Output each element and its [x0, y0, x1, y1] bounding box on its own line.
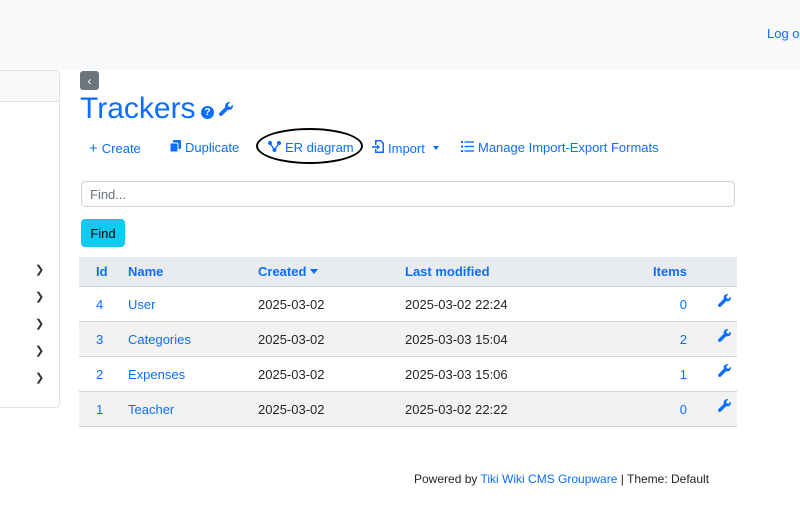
- wrench-icon[interactable]: [718, 353, 731, 387]
- find-button[interactable]: Find: [81, 219, 125, 247]
- wrench-icon[interactable]: [718, 318, 731, 352]
- table-row: 2 Expenses 2025-03-02 2025-03-03 15:06 1: [79, 357, 737, 392]
- tracker-id-link[interactable]: 4: [96, 287, 103, 321]
- chevron-left-icon: ‹: [87, 73, 92, 88]
- top-bar: Log out: [0, 0, 800, 70]
- chevron-right-icon[interactable]: ❯: [35, 371, 44, 384]
- wrench-icon[interactable]: [718, 388, 731, 422]
- tracker-name-link[interactable]: Teacher: [128, 392, 174, 426]
- column-header-id[interactable]: Id: [96, 257, 108, 286]
- items-count-link[interactable]: 0: [679, 392, 687, 426]
- tracker-name-link[interactable]: User: [128, 287, 155, 321]
- highlight-ellipse: [256, 128, 363, 164]
- page-title: Trackers: [80, 92, 196, 125]
- last-modified-date: 2025-03-02 22:24: [405, 296, 508, 312]
- last-modified-date: 2025-03-03 15:06: [405, 366, 508, 382]
- tracker-id-link[interactable]: 1: [96, 392, 103, 426]
- chevron-right-icon[interactable]: ❯: [35, 344, 44, 357]
- tiki-link[interactable]: Tiki Wiki CMS Groupware: [481, 472, 618, 486]
- wrench-icon[interactable]: [219, 102, 233, 121]
- chevron-right-icon[interactable]: ❯: [35, 263, 44, 276]
- file-import-icon: [372, 140, 384, 156]
- created-date: 2025-03-02: [258, 296, 325, 312]
- chevron-right-icon[interactable]: ❯: [35, 317, 44, 330]
- last-modified-date: 2025-03-03 15:04: [405, 331, 508, 347]
- last-modified-date: 2025-03-02 22:22: [405, 401, 508, 417]
- trackers-table: Id Name Created Last modified Items 4 Use…: [79, 257, 737, 427]
- sidebar-header: [0, 71, 59, 102]
- manage-import-export-formats-button[interactable]: Manage Import-Export Formats: [461, 140, 659, 155]
- caret-down-icon: [432, 146, 439, 150]
- duplicate-button[interactable]: Duplicate: [169, 140, 239, 155]
- question-circle-icon[interactable]: ?: [201, 106, 214, 119]
- items-count-link[interactable]: 2: [679, 322, 687, 356]
- column-header-items[interactable]: Items: [653, 257, 687, 286]
- table-row: 1 Teacher 2025-03-02 2025-03-02 22:22 0: [79, 392, 737, 427]
- create-button[interactable]: + Create: [89, 140, 141, 157]
- created-date: 2025-03-02: [258, 331, 325, 347]
- tracker-id-link[interactable]: 2: [96, 357, 103, 391]
- wrench-icon[interactable]: [718, 283, 731, 317]
- column-header-created[interactable]: Created: [258, 257, 319, 286]
- created-date: 2025-03-02: [258, 366, 325, 382]
- chevron-right-icon[interactable]: ❯: [35, 290, 44, 303]
- tracker-id-link[interactable]: 3: [96, 322, 103, 356]
- tracker-name-link[interactable]: Categories: [128, 322, 191, 356]
- import-dropdown[interactable]: Import: [372, 140, 439, 156]
- table-row: 3 Categories 2025-03-02 2025-03-03 15:04 2: [79, 322, 737, 357]
- column-header-name[interactable]: Name: [128, 257, 163, 286]
- items-count-link[interactable]: 0: [679, 287, 687, 321]
- list-icon: [461, 140, 474, 155]
- items-count-link[interactable]: 1: [679, 357, 687, 391]
- search-input[interactable]: [81, 181, 735, 207]
- table-row: 4 User 2025-03-02 2025-03-02 22:24 0: [79, 287, 737, 322]
- sort-desc-icon: [310, 269, 319, 274]
- logout-link[interactable]: Log out: [767, 26, 800, 41]
- copy-icon: [169, 140, 181, 155]
- back-button[interactable]: ‹: [80, 71, 99, 90]
- table-header: Id Name Created Last modified Items: [79, 257, 737, 287]
- sidebar: ❯ ❯ ❯ ❯ ❯: [0, 70, 60, 408]
- created-date: 2025-03-02: [258, 401, 325, 417]
- column-header-last-modified[interactable]: Last modified: [405, 257, 490, 286]
- plus-icon: +: [89, 140, 98, 157]
- tracker-name-link[interactable]: Expenses: [128, 357, 185, 391]
- footer: Powered by Tiki Wiki CMS Groupware | The…: [414, 472, 710, 486]
